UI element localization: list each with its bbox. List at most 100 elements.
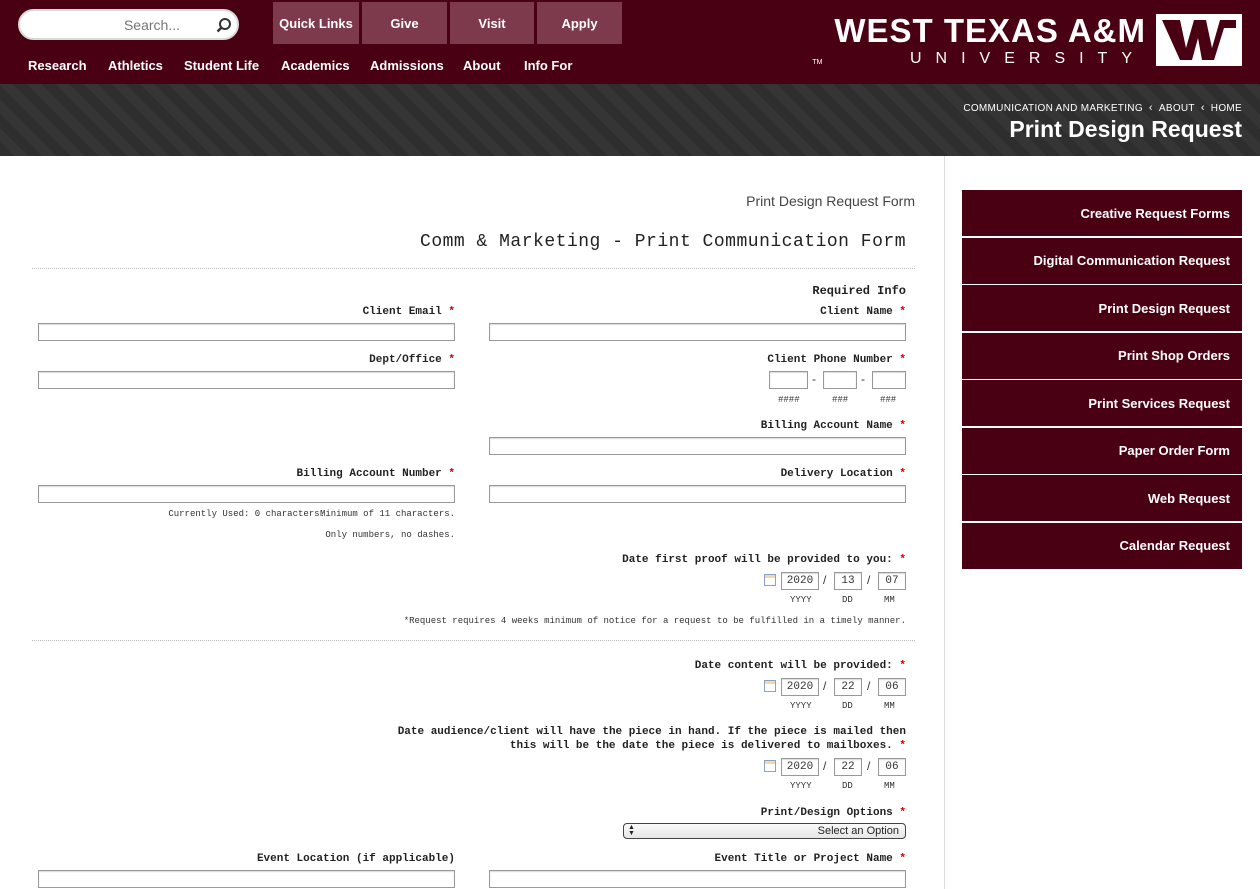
sidebar-item-web-request[interactable]: Web Request xyxy=(962,475,1242,521)
required-asterisk: * xyxy=(899,660,906,672)
client-email-input[interactable] xyxy=(38,323,455,341)
nav-info-for[interactable]: Info For xyxy=(524,58,572,73)
quick-buttons: Quick Links Give Visit Apply xyxy=(273,2,625,44)
inhand-date-month[interactable]: 06 xyxy=(878,758,906,776)
billing-account-name-label: Billing Account Name * xyxy=(761,420,906,432)
phone-separator: - xyxy=(812,372,816,386)
inhand-date-day[interactable]: 22 xyxy=(834,758,862,776)
required-info-heading: Required Info xyxy=(812,284,906,298)
first-proof-year[interactable]: 2020 xyxy=(781,572,819,590)
date-separator: / xyxy=(867,759,871,773)
nav-academics[interactable]: Academics xyxy=(281,58,350,73)
wt-logo-icon xyxy=(1156,14,1242,66)
dept-office-input[interactable] xyxy=(38,371,455,389)
search-box[interactable] xyxy=(18,9,239,40)
nav-admissions[interactable]: Admissions xyxy=(370,58,444,73)
calendar-icon[interactable] xyxy=(764,574,776,586)
billing-used-hint: Currently Used: 0 characters. xyxy=(168,509,325,519)
year-hint: YYYY xyxy=(790,595,812,605)
print-options-select[interactable]: ▲ ▼ Select an Option xyxy=(623,823,906,839)
required-asterisk: * xyxy=(899,740,906,752)
client-name-input[interactable] xyxy=(489,323,906,341)
breadcrumb: COMMUNICATION AND MARKETING ‹ ABOUT ‹ HO… xyxy=(963,102,1242,114)
search-input[interactable] xyxy=(30,16,180,33)
print-options-text: Print/Design Options xyxy=(760,807,893,819)
content-date-year[interactable]: 2020 xyxy=(781,678,819,696)
content-date-text: Date content will be provided: xyxy=(694,660,893,672)
billing-numbers-hint: Only numbers, no dashes. xyxy=(325,530,455,540)
day-hint: DD xyxy=(842,781,853,791)
first-proof-month[interactable]: 07 xyxy=(878,572,906,590)
required-asterisk: * xyxy=(899,807,906,819)
event-title-input[interactable] xyxy=(489,870,906,888)
section-divider xyxy=(32,640,915,641)
logo-tm: TM xyxy=(812,59,823,66)
nav-athletics[interactable]: Athletics xyxy=(108,58,163,73)
give-button[interactable]: Give xyxy=(362,2,447,44)
form-title: Comm & Marketing - Print Communication F… xyxy=(420,232,906,252)
apply-button[interactable]: Apply xyxy=(537,2,622,44)
delivery-location-input[interactable] xyxy=(489,485,906,503)
required-asterisk: * xyxy=(899,354,906,366)
first-proof-text: Date first proof will be provided to you… xyxy=(622,554,893,566)
inhand-label-text: this will be the date the piece is deliv… xyxy=(509,740,893,752)
billing-min-hint: Minimum of 11 characters. xyxy=(319,509,455,519)
form-breadcrumb: Print Design Request Form xyxy=(746,193,915,209)
logo-line1: WEST TEXAS A&M xyxy=(834,12,1146,49)
breadcrumb-home[interactable]: HOME xyxy=(1211,103,1242,114)
delivery-location-label: Delivery Location * xyxy=(781,468,906,480)
sidebar-item-paper-order-form[interactable]: Paper Order Form xyxy=(962,427,1242,474)
visit-button[interactable]: Visit xyxy=(450,2,534,44)
top-header: WEST TEXAS A&M UNIVERSITY TM Quick Links… xyxy=(0,0,1260,84)
inhand-label-line2: this will be the date the piece is deliv… xyxy=(510,740,906,752)
required-asterisk: * xyxy=(448,354,455,366)
phone-separator: - xyxy=(861,372,865,386)
logo-line2: UNIVERSITY xyxy=(909,50,1146,67)
required-asterisk: * xyxy=(448,306,455,318)
breadcrumb-about[interactable]: ABOUT xyxy=(1159,103,1195,114)
event-title-label: Event Title or Project Name * xyxy=(715,853,906,865)
sidebar-item-digital-communication-request[interactable]: Digital Communication Request xyxy=(962,237,1242,284)
phone-prefix-input[interactable] xyxy=(823,371,857,389)
nav-about[interactable]: About xyxy=(463,58,501,73)
breadcrumb-communication[interactable]: COMMUNICATION AND MARKETING xyxy=(963,103,1143,114)
year-hint: YYYY xyxy=(790,781,812,791)
chevron-icon: ‹ xyxy=(1148,102,1153,114)
main-nav: Research Athletics Student Life Academic… xyxy=(0,58,600,74)
quick-links-button[interactable]: Quick Links xyxy=(273,2,359,44)
sidebar-item-print-design-request[interactable]: Print Design Request xyxy=(962,285,1242,331)
first-proof-day[interactable]: 13 xyxy=(834,572,862,590)
sidebar-item-creative-request-forms[interactable]: Creative Request Forms xyxy=(962,190,1242,236)
client-phone-label: Client Phone Number * xyxy=(767,354,906,366)
inhand-date-year[interactable]: 2020 xyxy=(781,758,819,776)
sidebar-item-calendar-request[interactable]: Calendar Request xyxy=(962,522,1242,569)
calendar-icon[interactable] xyxy=(764,760,776,772)
first-proof-label: Date first proof will be provided to you… xyxy=(622,554,906,566)
search-icon[interactable] xyxy=(216,17,232,33)
content-date-day[interactable]: 22 xyxy=(834,678,862,696)
phone-line-input[interactable] xyxy=(769,371,808,389)
content-date-month[interactable]: 06 xyxy=(878,678,906,696)
delivery-location-text: Delivery Location xyxy=(780,468,893,480)
client-phone-text: Client Phone Number xyxy=(767,354,893,366)
billing-account-number-input[interactable] xyxy=(38,485,455,503)
date-separator: / xyxy=(823,679,827,693)
nav-research[interactable]: Research xyxy=(28,58,87,73)
billing-account-name-input[interactable] xyxy=(489,437,906,455)
calendar-icon[interactable] xyxy=(764,680,776,692)
month-hint: MM xyxy=(884,781,895,791)
event-location-input[interactable] xyxy=(38,870,455,888)
university-logo[interactable]: WEST TEXAS A&M UNIVERSITY TM xyxy=(812,12,1242,68)
sidebar-item-print-shop-orders[interactable]: Print Shop Orders xyxy=(962,332,1242,379)
client-email-text: Client Email xyxy=(362,306,442,318)
sidebar-item-print-services-request[interactable]: Print Services Request xyxy=(962,380,1242,426)
page-banner: COMMUNICATION AND MARKETING ‹ ABOUT ‹ HO… xyxy=(0,84,1260,156)
day-hint: DD xyxy=(842,701,853,711)
required-asterisk: * xyxy=(899,420,906,432)
billing-account-number-label: Billing Account Number * xyxy=(297,468,455,480)
section-divider xyxy=(32,268,915,269)
phone-area-input[interactable] xyxy=(872,371,906,389)
phone-prefix-hint: ### xyxy=(832,395,849,405)
nav-student-life[interactable]: Student Life xyxy=(184,58,259,73)
sidebar-nav: Creative Request Forms Digital Communica… xyxy=(962,190,1242,570)
